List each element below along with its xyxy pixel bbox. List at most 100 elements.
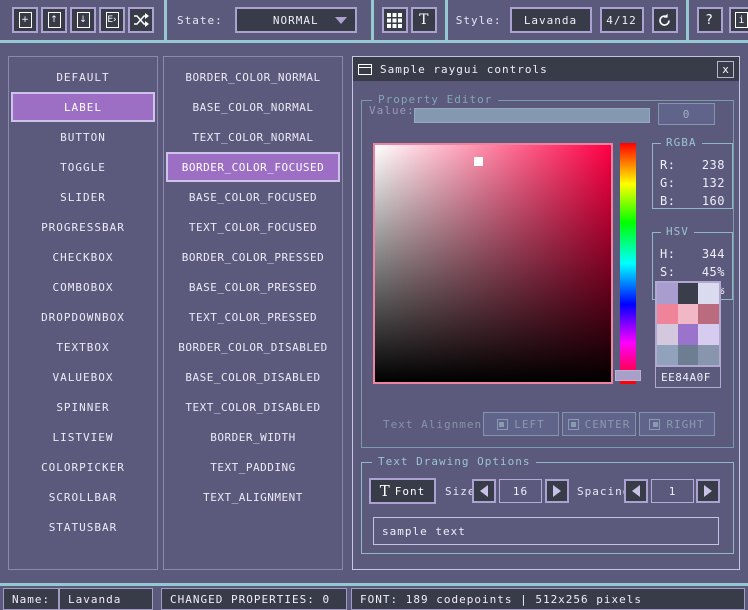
close-icon: x	[722, 63, 729, 76]
color-picker-panel[interactable]	[373, 143, 613, 384]
value-slider[interactable]	[414, 108, 650, 123]
property-item-base_color_focused[interactable]: BASE_COLOR_FOCUSED	[166, 182, 340, 212]
style-name-input[interactable]: Lavanda	[59, 588, 153, 610]
palette-color-10[interactable]	[678, 345, 699, 366]
control-item-button[interactable]: BUTTON	[11, 122, 155, 152]
control-item-listview[interactable]: LISTVIEW	[11, 422, 155, 452]
palette-color-3[interactable]	[657, 304, 678, 325]
spacing-value: 1	[669, 485, 677, 498]
chevron-down-icon	[335, 17, 347, 24]
text-icon: T	[419, 12, 428, 28]
property-item-border_color_pressed[interactable]: BORDER_COLOR_PRESSED	[166, 242, 340, 272]
property-item-base_color_pressed[interactable]: BASE_COLOR_PRESSED	[166, 272, 340, 302]
randomize-style-button[interactable]	[128, 7, 154, 33]
font-button[interactable]: T Font	[369, 478, 436, 504]
statusbar: Name: Lavanda CHANGED PROPERTIES: 0 FONT…	[0, 583, 748, 610]
new-file-button[interactable]: +	[12, 7, 38, 33]
help-icon: ?	[705, 13, 714, 28]
hex-color-input[interactable]: EE84A0F	[655, 366, 721, 388]
spacing-decrease-button[interactable]	[624, 479, 648, 503]
control-item-valuebox[interactable]: VALUEBOX	[11, 362, 155, 392]
save-file-button[interactable]: ↓	[70, 7, 96, 33]
align-right-icon	[649, 419, 660, 430]
save-file-icon: ↓	[77, 12, 90, 28]
hue-slider[interactable]	[620, 143, 636, 384]
about-button[interactable]: i	[729, 7, 748, 33]
style-table-button[interactable]	[382, 7, 408, 33]
control-item-toggle[interactable]: TOGGLE	[11, 152, 155, 182]
control-item-dropdownbox[interactable]: DROPDOWNBOX	[11, 302, 155, 332]
property-item-border_color_disabled[interactable]: BORDER_COLOR_DISABLED	[166, 332, 340, 362]
window-titlebar[interactable]: Sample raygui controls x	[353, 57, 739, 81]
property-item-text_color_normal[interactable]: TEXT_COLOR_NORMAL	[166, 122, 340, 152]
align-right-button[interactable]: RIGHT	[639, 412, 715, 436]
export-file-button[interactable]: E›	[99, 7, 125, 33]
value-box-text: 0	[683, 108, 691, 121]
control-item-progressbar[interactable]: PROGRESSBAR	[11, 212, 155, 242]
color-picker-cursor[interactable]	[474, 157, 483, 166]
control-item-combobox[interactable]: COMBOBOX	[11, 272, 155, 302]
align-left-button[interactable]: LEFT	[483, 412, 559, 436]
property-item-text_padding[interactable]: TEXT_PADDING	[166, 452, 340, 482]
style-name-value: Lavanda	[524, 14, 577, 27]
palette-color-4[interactable]	[678, 304, 699, 325]
control-item-default[interactable]: DEFAULT	[11, 62, 155, 92]
align-center-button[interactable]: CENTER	[562, 412, 636, 436]
palette-color-7[interactable]	[678, 324, 699, 345]
arrow-right-icon	[553, 485, 561, 497]
changed-properties-status: CHANGED PROPERTIES: 0	[161, 588, 347, 610]
value-box[interactable]: 0	[658, 103, 715, 125]
text-alignment-label: Text Alignment:	[383, 412, 497, 436]
control-item-statusbar[interactable]: STATUSBAR	[11, 512, 155, 542]
palette-color-6[interactable]	[657, 324, 678, 345]
spacing-value-box[interactable]: 1	[651, 479, 694, 503]
shuffle-icon	[133, 13, 149, 27]
properties-list-panel: BORDER_COLOR_NORMALBASE_COLOR_NORMALTEXT…	[163, 56, 343, 570]
size-increase-button[interactable]	[545, 479, 569, 503]
rgba-group: RGBA R:238 G:132 B:160	[652, 143, 733, 209]
control-item-spinner[interactable]: SPINNER	[11, 392, 155, 422]
size-decrease-button[interactable]	[472, 479, 496, 503]
state-dropdown[interactable]: NORMAL	[235, 7, 357, 33]
help-button[interactable]: ?	[697, 7, 723, 33]
state-label: State:	[177, 14, 223, 27]
palette-color-0[interactable]	[657, 283, 678, 304]
property-item-border_color_focused[interactable]: BORDER_COLOR_FOCUSED	[166, 152, 340, 182]
sample-text-input[interactable]: sample text	[373, 517, 719, 545]
property-item-text_color_pressed[interactable]: TEXT_COLOR_PRESSED	[166, 302, 340, 332]
control-item-textbox[interactable]: TEXTBOX	[11, 332, 155, 362]
property-item-base_color_disabled[interactable]: BASE_COLOR_DISABLED	[166, 362, 340, 392]
property-item-text_color_disabled[interactable]: TEXT_COLOR_DISABLED	[166, 392, 340, 422]
property-item-base_color_normal[interactable]: BASE_COLOR_NORMAL	[166, 92, 340, 122]
hex-color-value: EE84A0F	[661, 371, 711, 384]
palette-color-2[interactable]	[698, 283, 719, 304]
control-item-label[interactable]: LABEL	[11, 92, 155, 122]
controls-list-panel: DEFAULTLABELBUTTONTOGGLESLIDERPROGRESSBA…	[8, 56, 158, 570]
open-file-button[interactable]: ↑	[41, 7, 67, 33]
palette-color-9[interactable]	[657, 345, 678, 366]
spacing-increase-button[interactable]	[696, 479, 720, 503]
control-item-slider[interactable]: SLIDER	[11, 182, 155, 212]
palette-color-11[interactable]	[698, 345, 719, 366]
font-atlas-button[interactable]: T	[411, 7, 437, 33]
style-name-status-label: Name:	[3, 588, 59, 610]
style-name-box[interactable]: Lavanda	[510, 7, 592, 33]
control-item-scrollbar[interactable]: SCROLLBAR	[11, 482, 155, 512]
property-item-text_alignment[interactable]: TEXT_ALIGNMENT	[166, 482, 340, 512]
reload-style-button[interactable]	[652, 7, 678, 33]
hue-slider-handle[interactable]	[615, 370, 641, 381]
palette-color-1[interactable]	[678, 283, 699, 304]
h-value: 344	[702, 247, 725, 261]
color-palette	[655, 281, 721, 367]
property-item-border_color_normal[interactable]: BORDER_COLOR_NORMAL	[166, 62, 340, 92]
align-left-icon	[497, 419, 508, 430]
size-value-box[interactable]: 16	[499, 479, 542, 503]
palette-color-5[interactable]	[698, 304, 719, 325]
control-item-checkbox[interactable]: CHECKBOX	[11, 242, 155, 272]
palette-color-8[interactable]	[698, 324, 719, 345]
property-item-text_color_focused[interactable]: TEXT_COLOR_FOCUSED	[166, 212, 340, 242]
property-item-border_width[interactable]: BORDER_WIDTH	[166, 422, 340, 452]
close-button[interactable]: x	[717, 61, 734, 78]
b-label: B:	[660, 194, 675, 208]
control-item-colorpicker[interactable]: COLORPICKER	[11, 452, 155, 482]
